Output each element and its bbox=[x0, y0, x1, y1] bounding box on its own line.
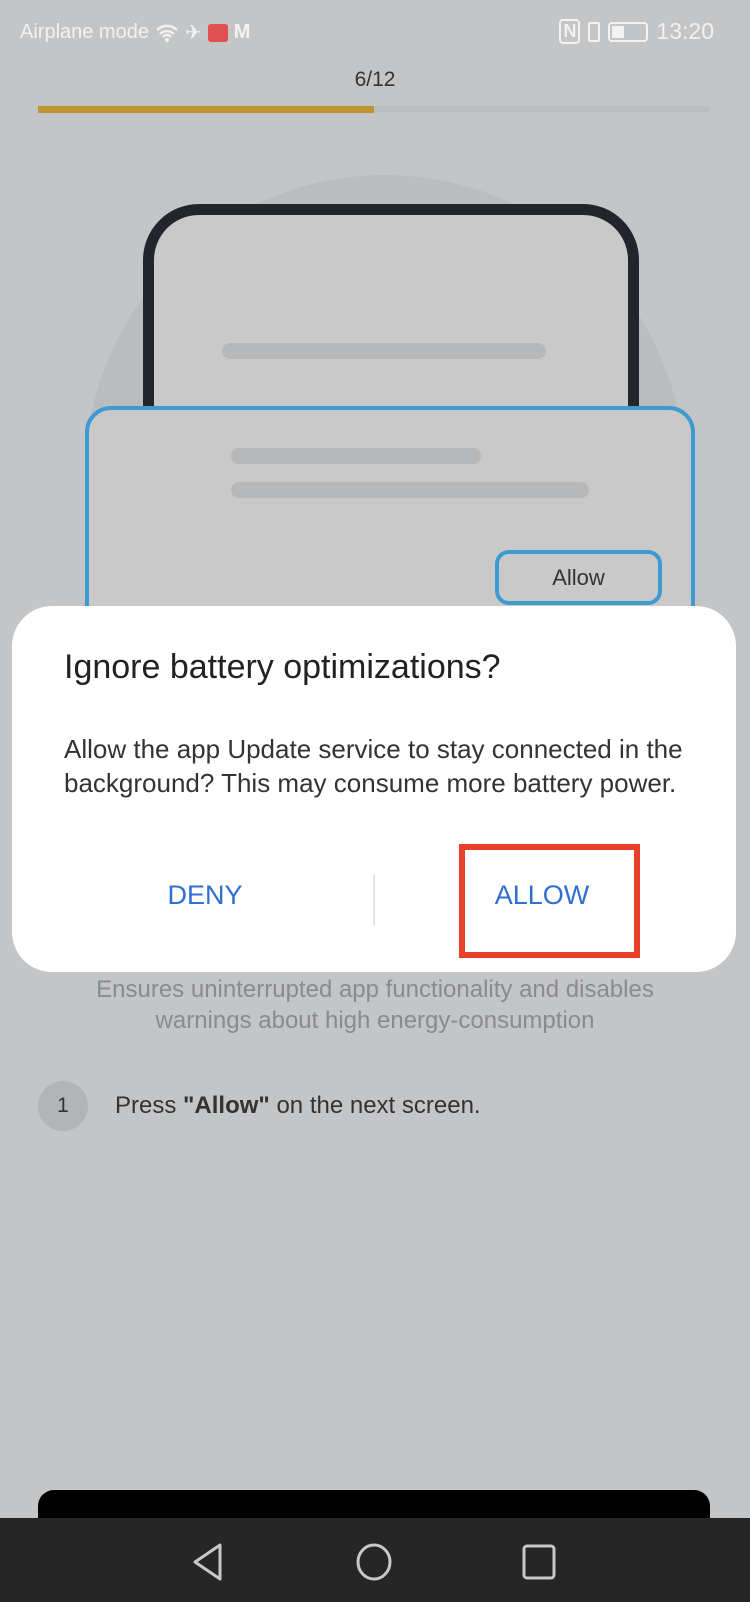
highlight-box bbox=[459, 844, 640, 958]
airplane-icon: ✈ bbox=[184, 22, 202, 44]
progress-label: 6/12 bbox=[354, 68, 396, 91]
vibrate-icon bbox=[588, 21, 601, 42]
step-suffix: on the next screen. bbox=[269, 1092, 481, 1119]
status-bar: Airplane mode ✈ M N 13:20 bbox=[0, 0, 750, 64]
home-icon[interactable] bbox=[355, 1542, 393, 1582]
app-notification-icon bbox=[207, 23, 228, 42]
step-bold: "Allow" bbox=[183, 1092, 270, 1119]
dialog-title: Ignore battery optimizations? bbox=[64, 648, 501, 686]
clock: 13:20 bbox=[656, 18, 714, 44]
subtitle: Ensures uninterrupted app functionality … bbox=[96, 976, 654, 1034]
airplane-mode-text: Airplane mode bbox=[20, 21, 149, 43]
nfc-icon: N bbox=[559, 19, 581, 44]
button-divider bbox=[373, 875, 375, 925]
back-icon[interactable] bbox=[190, 1542, 226, 1582]
gmail-icon: M bbox=[233, 21, 251, 43]
step-prefix: Press bbox=[115, 1092, 184, 1119]
step-number: 1 bbox=[38, 1081, 88, 1131]
dialog-message: Allow the app Update service to stay con… bbox=[64, 734, 683, 798]
deny-button[interactable]: DENY bbox=[105, 880, 305, 911]
wifi-icon bbox=[156, 24, 178, 42]
battery-icon bbox=[608, 21, 649, 42]
navigation-bar bbox=[0, 1518, 750, 1602]
progress-fill bbox=[38, 106, 374, 113]
step-text: Press "Allow" on the next screen. bbox=[115, 1092, 481, 1120]
recents-icon[interactable] bbox=[521, 1543, 557, 1581]
illustration-allow-button: Allow bbox=[495, 550, 662, 605]
